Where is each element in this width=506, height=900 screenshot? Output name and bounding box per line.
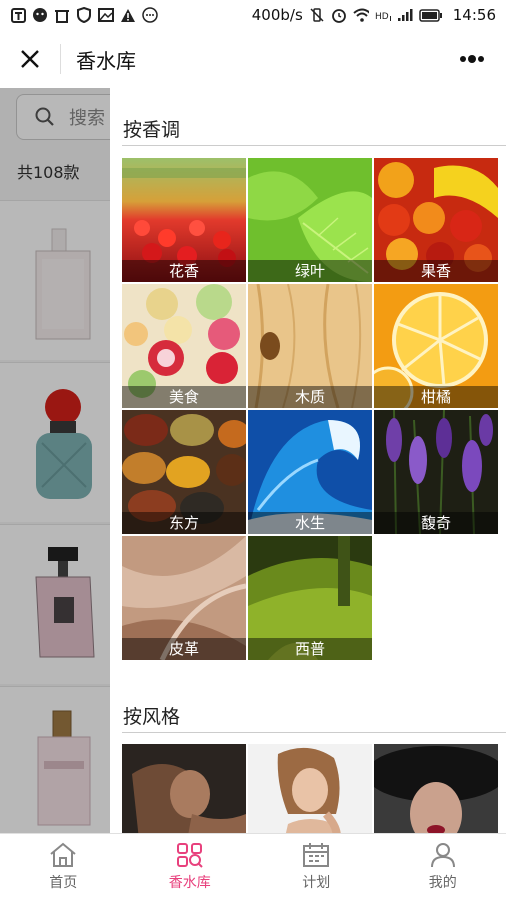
tile-label: 花香: [122, 260, 246, 282]
section-title-notes: 按香调: [123, 119, 181, 141]
tile-label: 果香: [374, 260, 498, 282]
net-speed: 400b/s: [251, 6, 303, 24]
nav-label: 首页: [49, 875, 78, 891]
tile-label: 绿叶: [248, 260, 372, 282]
perfume-library-icon: [176, 843, 203, 868]
tile-fougere[interactable]: 馥奇: [374, 410, 498, 534]
tile-label: 东方: [122, 512, 246, 534]
system-status: 400b/s HD 14:56: [252, 6, 496, 24]
app-notification-icon: [10, 7, 26, 23]
nav-mine[interactable]: 我的: [380, 834, 506, 900]
cell-signal-icon: [397, 7, 413, 23]
bottom-nav: 首页 香水库 计划 我的: [0, 833, 506, 900]
tile-label: 美食: [122, 386, 246, 408]
alarm-icon: [331, 7, 347, 23]
tile-floral[interactable]: 花香: [122, 158, 246, 282]
user-icon: [430, 843, 455, 868]
more-dots-icon: [460, 55, 484, 63]
tile-style-2[interactable]: [248, 744, 372, 833]
tile-label: 水生: [248, 512, 372, 534]
tile-label: 柑橘: [374, 386, 498, 408]
tile-chypre[interactable]: 西普: [248, 536, 372, 660]
calendar-icon: [303, 843, 330, 867]
nav-perfume-library[interactable]: 香水库: [127, 834, 254, 900]
tile-citrus[interactable]: 柑橘: [374, 284, 498, 408]
clock: 14:56: [452, 6, 496, 24]
shield-notification-icon: [76, 7, 92, 23]
warning-notification-icon: [120, 7, 136, 23]
tile-gourmand[interactable]: 美食: [122, 284, 246, 408]
home-icon: [50, 842, 76, 867]
tile-label: 木质: [248, 386, 372, 408]
header-divider: [60, 44, 61, 74]
nav-label: 计划: [302, 875, 331, 891]
battery-icon: [419, 7, 443, 23]
tile-leather[interactable]: 皮革: [122, 536, 246, 660]
sensual-woman-photo: [122, 744, 246, 833]
trash-notification-icon: [54, 7, 70, 23]
nav-label: 香水库: [168, 875, 211, 891]
close-icon: [21, 50, 39, 68]
section-title-style: 按风格: [123, 706, 181, 728]
dim-overlay[interactable]: [0, 88, 110, 833]
status-bar: 400b/s HD 14:56: [0, 0, 506, 30]
wifi-icon: [353, 7, 369, 23]
close-button[interactable]: [0, 30, 60, 88]
hd-signal-icon: HD: [375, 7, 391, 23]
elegant-woman-photo: [248, 744, 372, 833]
notification-icons: [10, 7, 158, 23]
tile-green[interactable]: 绿叶: [248, 158, 372, 282]
woman-black-hat-photo: [374, 744, 498, 833]
nav-label: 我的: [428, 875, 457, 891]
tile-label: 皮革: [122, 638, 246, 660]
section-divider: [122, 732, 506, 733]
tile-oriental[interactable]: 东方: [122, 410, 246, 534]
svg-text:HD: HD: [375, 12, 389, 22]
section-divider: [122, 145, 506, 146]
tile-woody[interactable]: 木质: [248, 284, 372, 408]
nav-home[interactable]: 首页: [0, 834, 127, 900]
filter-drawer: 按香调 花香 绿叶 果香 美食 木质 柑橘 东方 水生 馥奇 皮革 西普 按风格: [110, 88, 506, 833]
wechat-notification-icon: [32, 7, 48, 23]
page-title: 香水库: [76, 48, 136, 73]
tile-aquatic[interactable]: 水生: [248, 410, 372, 534]
tile-fruity[interactable]: 果香: [374, 158, 498, 282]
vibrate-icon: [309, 7, 325, 23]
nav-plan[interactable]: 计划: [253, 834, 380, 900]
tile-style-1[interactable]: [122, 744, 246, 833]
more-options-button[interactable]: [452, 39, 492, 79]
tile-label: 馥奇: [374, 512, 498, 534]
mini-program-header: 香水库: [0, 30, 506, 88]
tile-label: 西普: [248, 638, 372, 660]
image-notification-icon: [98, 7, 114, 23]
tile-style-3[interactable]: [374, 744, 498, 833]
more-notifications-icon: [142, 7, 158, 23]
